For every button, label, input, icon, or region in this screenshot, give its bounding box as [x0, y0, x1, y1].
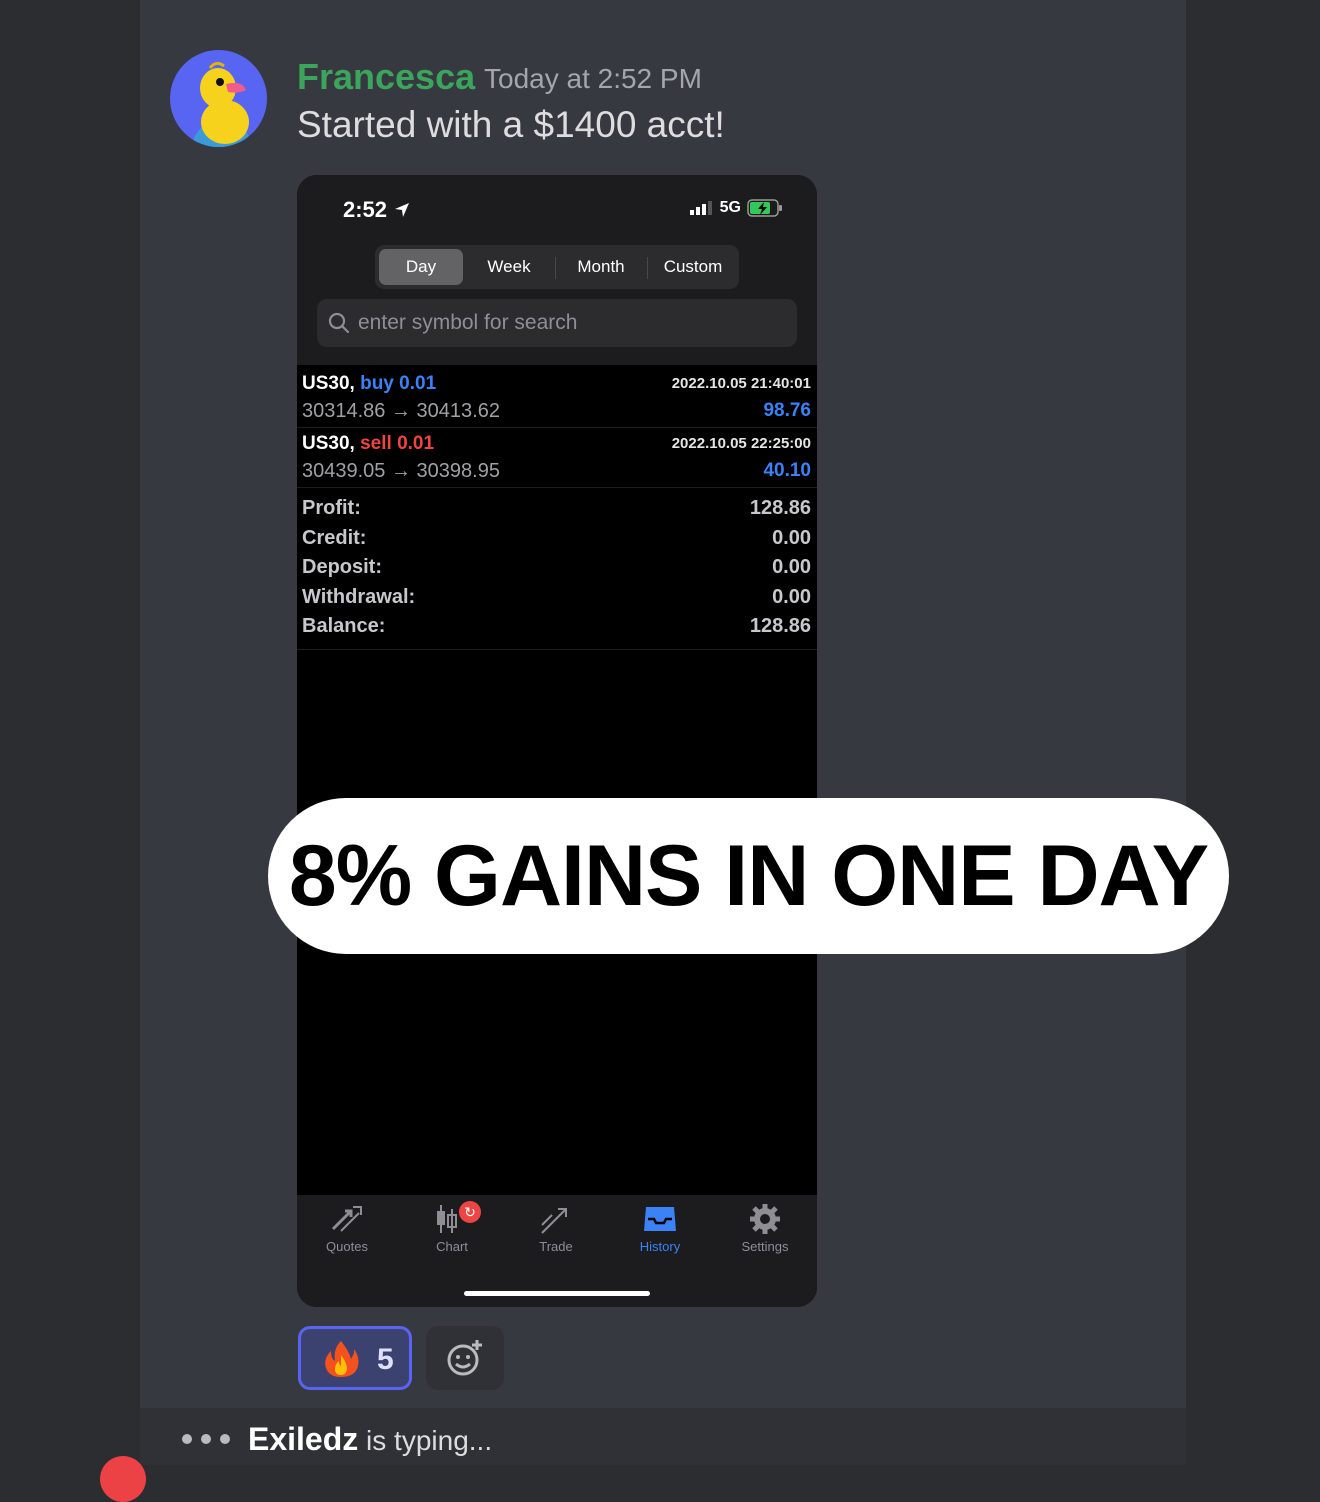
home-indicator	[464, 1291, 650, 1296]
refresh-badge-icon: ↻	[459, 1201, 481, 1223]
trade-row[interactable]: US30, buy 0.01 30314.86 → 30413.62 2022.…	[297, 367, 817, 428]
summary-row-credit: Credit: 0.00	[297, 525, 817, 555]
search-placeholder: enter symbol for search	[358, 311, 578, 334]
summary-label: Deposit:	[302, 556, 382, 578]
summary-label: Balance:	[302, 615, 386, 637]
trade-side: sell 0.01	[360, 433, 435, 454]
summary-row-withdrawal: Withdrawal: 0.00	[297, 584, 817, 614]
tab-history[interactable]: History	[615, 1203, 705, 1267]
duck-avatar-icon	[170, 50, 267, 147]
trade-side: buy 0.01	[360, 373, 437, 394]
quotes-arrows-icon	[331, 1206, 362, 1232]
summary-row-profit: Profit: 128.86	[297, 495, 817, 525]
attachment-screenshot[interactable]: 2:52 5G Day Week Month Custom enter symb…	[297, 175, 817, 1307]
tab-label: Quotes	[326, 1239, 368, 1254]
summary-label: Withdrawal:	[302, 586, 416, 608]
summary-row-deposit: Deposit: 0.00	[297, 554, 817, 584]
tab-label: Chart	[436, 1239, 468, 1254]
trade-trend-icon	[541, 1208, 567, 1234]
tab-label: Settings	[741, 1239, 789, 1254]
segment-divider	[555, 257, 556, 279]
fire-emoji-icon	[325, 1341, 359, 1377]
network-label: 5G	[719, 199, 741, 216]
trade-title: US30, sell 0.01	[302, 433, 434, 455]
summary-row-balance: Balance: 128.86	[297, 613, 817, 643]
trade-row[interactable]: US30, sell 0.01 30439.05 → 30398.95 2022…	[297, 427, 817, 488]
trade-profit: 98.76	[763, 400, 811, 421]
message-username[interactable]: Francesca	[297, 56, 475, 98]
member-sidebar	[1186, 0, 1320, 1465]
trade-datetime: 2022.10.05 21:40:01	[671, 375, 811, 392]
trade-symbol: US30,	[302, 433, 355, 454]
typing-dot	[201, 1434, 211, 1444]
tab-settings[interactable]: Settings	[720, 1203, 810, 1267]
message-text: Started with a $1400 acct!	[297, 104, 725, 145]
typing-dot	[220, 1434, 230, 1444]
status-time-text: 2:52	[343, 197, 388, 222]
trade-title: US30, buy 0.01	[302, 373, 436, 395]
status-right: 5G	[689, 199, 783, 217]
trade-prices: 30314.86 → 30413.62	[302, 400, 500, 422]
signal-icon	[689, 201, 712, 215]
reaction-count: 5	[377, 1343, 394, 1376]
server-sidebar	[0, 0, 140, 1465]
gear-icon	[750, 1204, 780, 1234]
segment-custom[interactable]: Custom	[651, 249, 735, 285]
trade-profit: 40.10	[763, 460, 811, 481]
caption-banner-text: 8% GAINS IN ONE DAY	[288, 828, 1209, 924]
message-timestamp: Today at 2:52 PM	[484, 63, 702, 94]
segment-month[interactable]: Month	[559, 249, 643, 285]
location-arrow-icon	[395, 203, 410, 217]
notification-dot	[100, 1456, 146, 1502]
summary-value: 0.00	[772, 556, 811, 578]
summary-label: Credit:	[302, 527, 367, 549]
period-segmented-control: Day Week Month Custom	[375, 245, 739, 289]
tab-label: Trade	[539, 1239, 573, 1254]
search-icon	[328, 312, 350, 334]
phone-tab-bar: Quotes ↻ Chart Trade History Settings	[297, 1195, 817, 1307]
segment-week[interactable]: Week	[467, 249, 551, 285]
symbol-search-input[interactable]: enter symbol for search	[317, 299, 797, 347]
tab-quotes[interactable]: Quotes	[302, 1203, 392, 1267]
add-reaction-button[interactable]	[426, 1326, 504, 1390]
typing-text: Exiledz is typing...	[248, 1421, 492, 1458]
typing-user: Exiledz	[248, 1421, 359, 1457]
inbox-tray-icon	[644, 1207, 676, 1231]
typing-suffix: is typing...	[366, 1425, 493, 1456]
segment-divider	[647, 257, 648, 279]
add-emoji-icon	[447, 1340, 482, 1376]
trade-datetime: 2022.10.05 22:25:00	[671, 435, 811, 452]
account-summary: Profit: 128.86 Credit: 0.00 Deposit: 0.0…	[297, 493, 817, 650]
summary-value: 128.86	[749, 615, 811, 637]
trade-prices: 30439.05 → 30398.95	[302, 460, 500, 482]
caption-banner: 8% GAINS IN ONE DAY	[268, 798, 1229, 954]
trade-symbol: US30,	[302, 373, 355, 394]
typing-dot	[182, 1434, 192, 1444]
battery-charging-icon	[747, 199, 782, 217]
fire-reaction-button[interactable]: 5	[298, 1326, 412, 1390]
phone-header: 2:52 5G Day Week Month Custom enter symb…	[297, 175, 817, 365]
tab-trade[interactable]: Trade	[511, 1203, 601, 1267]
tab-label: History	[639, 1239, 681, 1254]
summary-value: 0.00	[772, 527, 811, 549]
typing-dots-icon	[182, 1434, 230, 1444]
status-time: 2:52	[343, 197, 411, 223]
avatar[interactable]	[170, 50, 267, 147]
tab-chart[interactable]: ↻ Chart	[407, 1201, 497, 1267]
summary-value: 128.86	[749, 497, 811, 519]
summary-label: Profit:	[302, 497, 361, 519]
summary-value: 0.00	[772, 586, 811, 608]
segment-day[interactable]: Day	[379, 249, 463, 285]
